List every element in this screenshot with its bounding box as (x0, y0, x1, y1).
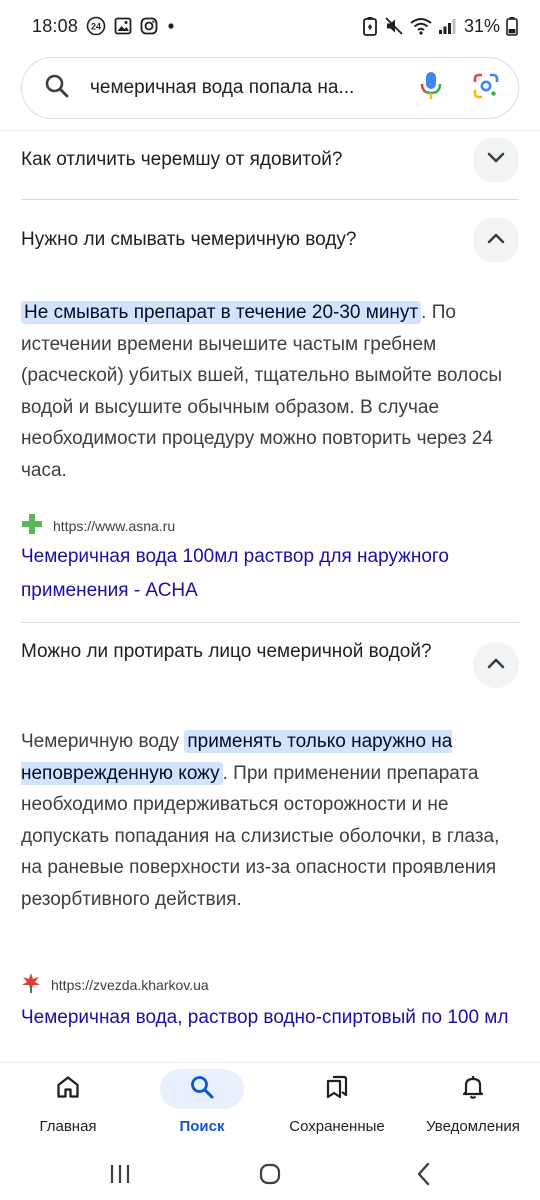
chevron-up-icon (487, 231, 505, 249)
nav-saved[interactable]: Сохраненные (282, 1063, 392, 1153)
faq-question-2[interactable]: Нужно ли смывать чемеричную воду? (21, 227, 441, 253)
google-lens-icon[interactable] (472, 72, 500, 105)
back-chevron-icon (415, 1162, 433, 1191)
status-time: 18:08 (32, 15, 79, 36)
source-row-3[interactable]: https://zvezda.kharkov.ua (21, 972, 209, 997)
saved-icon (324, 1074, 350, 1105)
source-url: https://www.asna.ru (53, 517, 176, 534)
nav-notifications[interactable]: Уведомления (418, 1063, 528, 1153)
back-button[interactable] (404, 1158, 444, 1194)
faq-answer-3: Чемеричную воду применять только наружно… (21, 726, 521, 915)
source-title-link[interactable]: Чемеричная вода 100мл раствор для наружн… (21, 540, 521, 608)
bottom-navigation: Главная Поиск Сохраненные Уведомления (0, 1062, 540, 1152)
system-navigation-bar (0, 1152, 540, 1200)
chevron-up-icon (487, 656, 505, 674)
chevron-down-icon (487, 151, 505, 169)
microphone-icon[interactable] (420, 71, 442, 106)
home-button[interactable] (250, 1158, 290, 1194)
nav-label: Уведомления (426, 1118, 520, 1135)
mute-icon (384, 16, 404, 36)
nav-pill (295, 1069, 379, 1109)
status-left: 18:08 24 (32, 16, 176, 37)
nav-pill (26, 1069, 110, 1109)
faq-question-3[interactable]: Можно ли протирать лицо чемеричной водой… (21, 639, 441, 665)
source-url: https://zvezda.kharkov.ua (51, 976, 209, 993)
faq-question-1[interactable]: Как отличить черемшу от ядовитой? (21, 147, 441, 173)
nav-pill (431, 1069, 515, 1109)
nav-search[interactable]: Поиск (160, 1063, 244, 1153)
results-content: Как отличить черемшу от ядовитой? Нужно … (0, 131, 540, 1061)
answer-prefix: Чемеричную воду (21, 731, 185, 752)
expand-button-1[interactable] (473, 137, 519, 183)
instagram-icon (140, 17, 158, 35)
signal-icon (438, 17, 456, 35)
divider (21, 622, 519, 623)
recents-icon (108, 1163, 132, 1190)
zvezda-favicon-icon (21, 972, 41, 997)
faq-answer-2: Не смывать препарат в течение 20-30 мину… (21, 297, 521, 486)
nav-label: Поиск (179, 1118, 225, 1135)
source-row-2[interactable]: https://www.asna.ru (21, 513, 175, 538)
source-title-link[interactable]: Чемеричная вода, раствор водно-спиртовый… (21, 1001, 521, 1035)
search-actions (420, 71, 500, 106)
search-icon (189, 1074, 215, 1105)
nav-home[interactable]: Главная (26, 1063, 110, 1153)
badge-24-icon: 24 (86, 16, 106, 36)
divider (21, 199, 519, 200)
gallery-icon (114, 17, 132, 35)
battery-percent: 31% (463, 15, 500, 36)
home-circle-icon (258, 1162, 282, 1191)
search-icon[interactable] (44, 73, 70, 104)
collapse-button-2[interactable] (473, 217, 519, 263)
status-bar: 18:08 24 31% (0, 0, 540, 52)
battery-saver-icon (362, 16, 378, 36)
nav-label: Сохраненные (289, 1118, 385, 1135)
status-right: 31% (362, 16, 518, 37)
nav-pill-active (160, 1069, 244, 1109)
asna-favicon-icon (21, 513, 43, 538)
answer-highlight: Не смывать препарат в течение 20-30 мину… (21, 301, 422, 324)
recents-button[interactable] (100, 1158, 140, 1194)
wifi-icon (410, 17, 432, 35)
home-icon (55, 1074, 81, 1105)
answer-text: . По истечении времени вычешите частым г… (21, 302, 503, 481)
search-input[interactable]: чемеричная вода попала на... (90, 77, 406, 99)
battery-icon (506, 16, 518, 36)
bell-icon (460, 1074, 486, 1105)
search-bar[interactable]: чемеричная вода попала на... (21, 57, 519, 119)
nav-label: Главная (39, 1118, 97, 1135)
dot-icon (166, 21, 176, 31)
badge-24-text: 24 (91, 22, 101, 32)
collapse-button-3[interactable] (473, 642, 519, 688)
